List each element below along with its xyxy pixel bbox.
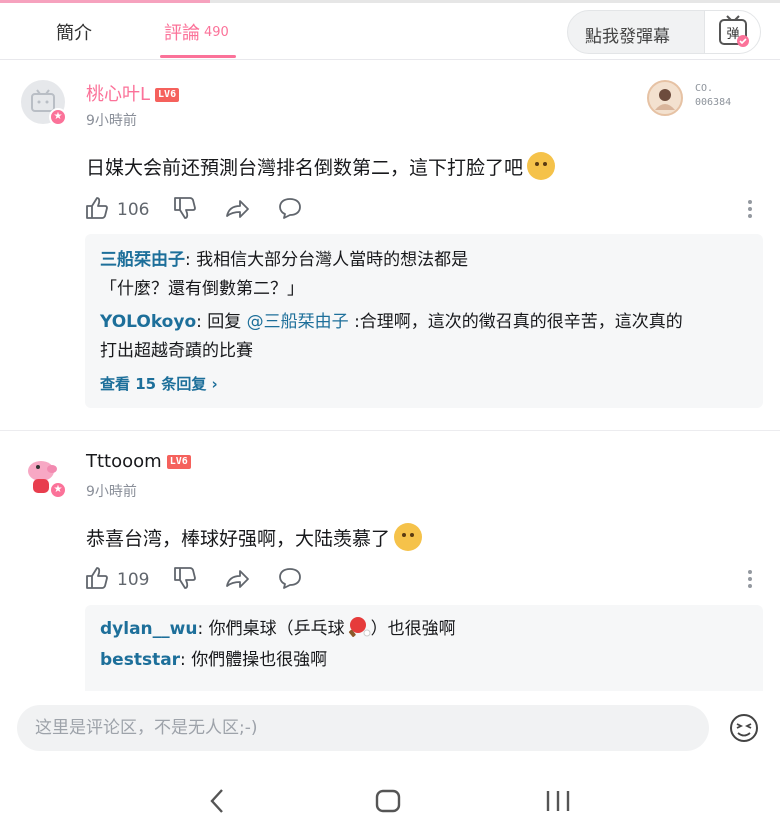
username[interactable]: Tttooom LV6 — [86, 451, 191, 472]
reply-item[interactable]: YOLOkoyo: 回复 @三船栞由子 :合理啊，這次的徵召真的很辛苦，這次真的… — [100, 308, 750, 366]
reply-username[interactable]: YOLOkoyo — [100, 312, 196, 332]
comment-input-bar — [0, 691, 780, 766]
doge-emoji-icon — [527, 152, 556, 180]
comment-text: 日媒大会前还預測台灣排名倒数第二，這下打脸了吧 — [86, 152, 556, 180]
reply-text-line2: 打出超越奇蹟的比賽 — [100, 341, 253, 361]
comment-item: ★ Tttooom LV6 9小時前 恭喜台湾，棒球好强啊，大陆羡慕了 109 d… — [0, 431, 780, 691]
reply-item[interactable]: 三船栞由子: 我相信大部分台灣人當時的想法都是 「什麼？還有倒數第二？」 — [100, 246, 750, 304]
comments-count: 490 — [204, 25, 229, 40]
like-count: 106 — [117, 200, 150, 220]
recent-apps-icon[interactable] — [544, 786, 572, 816]
emoji-picker-icon[interactable] — [728, 712, 760, 744]
reply-item[interactable]: beststar: 你們體操也很強啊 — [100, 646, 750, 675]
reply-text: 你們體操也很強啊 — [191, 650, 328, 670]
comment-time: 9小時前 — [86, 113, 137, 129]
view-more-replies-link[interactable]: 查看 15 条回复 › — [100, 373, 218, 394]
dislike-icon[interactable] — [172, 195, 198, 221]
comment-text-content: 日媒大会前还預測台灣排名倒数第二，這下打脸了吧 — [86, 157, 524, 179]
danmaku-input[interactable]: 點我發彈幕 — [585, 22, 670, 47]
reply-text: :合理啊，這次的徵召真的很辛苦，這次真的 — [348, 312, 683, 332]
comment-input[interactable] — [17, 705, 709, 751]
reply-separator: : — [185, 250, 197, 270]
like-count: 109 — [117, 570, 150, 590]
reply-prefix: 回复 — [207, 312, 247, 332]
reply-icon[interactable] — [277, 565, 303, 591]
reply-text-line2: 「什麼？還有倒數第二？」 — [100, 279, 304, 299]
tab-bar: 簡介 評論 490 點我發彈幕 弹 — [0, 3, 780, 60]
danmaku-tv-icon: 弹 — [719, 15, 749, 47]
danmaku-toggle-button[interactable]: 弹 — [704, 11, 760, 53]
reply-separator: : — [197, 619, 209, 639]
back-icon[interactable] — [204, 786, 230, 816]
tab-comments-label: 評論 — [164, 23, 200, 44]
reply-username[interactable]: beststar — [100, 650, 180, 670]
home-icon[interactable] — [374, 786, 402, 816]
reply-username[interactable]: 三船栞由子 — [100, 250, 185, 270]
comment-actions: 106 — [84, 195, 764, 225]
more-options-icon[interactable] — [746, 567, 754, 591]
more-options-icon[interactable] — [746, 197, 754, 221]
danmaku-bar[interactable]: 點我發彈幕 弹 — [567, 10, 761, 54]
medal-line-2: 006384 — [695, 97, 732, 108]
vip-badge-icon: ★ — [49, 108, 67, 126]
reply-preview[interactable]: 三船栞由子: 我相信大部分台灣人當時的想法都是 「什麼？還有倒數第二？」 YOL… — [85, 234, 763, 408]
avatar[interactable]: ★ — [21, 453, 67, 499]
doge-emoji-icon — [394, 523, 423, 551]
level-badge: LV6 — [155, 88, 180, 102]
tab-comments[interactable]: 評論 490 — [164, 19, 229, 45]
avatar[interactable]: ★ — [21, 80, 67, 126]
like-icon[interactable] — [84, 195, 110, 221]
dislike-icon[interactable] — [172, 565, 198, 591]
comment-text: 恭喜台湾，棒球好强啊，大陆羡慕了 — [86, 523, 423, 551]
reply-text-end: ）也很強啊 — [370, 619, 456, 639]
reply-separator: : — [196, 312, 208, 332]
username-text: 桃心叶L — [86, 84, 151, 105]
reply-item[interactable]: dylan__wu: 你們桌球（乒乓球 ）也很強啊 — [100, 615, 750, 644]
active-tab-indicator — [160, 55, 236, 58]
comment-item: ★ 桃心叶L LV6 9小時前 CO. 006384 日媒大会前还預測台灣排名倒数第… — [0, 60, 780, 430]
level-badge: LV6 — [166, 455, 191, 469]
reply-icon[interactable] — [277, 195, 303, 221]
comment-time: 9小時前 — [86, 484, 137, 500]
reply-text: 你們桌球（乒乓球 — [208, 619, 345, 639]
ping-pong-emoji-icon — [348, 617, 371, 637]
reply-preview[interactable]: dylan__wu: 你們桌球（乒乓球 ）也很強啊 beststar: 你們體操也… — [85, 605, 763, 691]
share-icon[interactable] — [224, 565, 250, 591]
comment-text-content: 恭喜台湾，棒球好强啊，大陆羡慕了 — [86, 528, 391, 550]
fan-medal[interactable]: CO. 006384 — [647, 80, 747, 120]
comment-actions: 109 — [84, 565, 764, 595]
medal-avatar-icon — [647, 80, 683, 116]
reply-text: 我相信大部分台灣人當時的想法都是 — [196, 250, 469, 270]
reply-username[interactable]: dylan__wu — [100, 619, 197, 639]
reply-separator: : — [180, 650, 192, 670]
vip-badge-icon: ★ — [49, 481, 67, 499]
username[interactable]: 桃心叶L LV6 — [86, 80, 180, 106]
username-text: Tttooom — [86, 451, 162, 472]
like-icon[interactable] — [84, 565, 110, 591]
tab-intro[interactable]: 簡介 — [56, 19, 92, 45]
reply-mention[interactable]: @三船栞由子 — [247, 312, 349, 332]
system-nav-bar — [0, 766, 780, 835]
medal-number: CO. 006384 — [695, 82, 731, 110]
share-icon[interactable] — [224, 195, 250, 221]
medal-line-1: CO. — [695, 83, 714, 94]
